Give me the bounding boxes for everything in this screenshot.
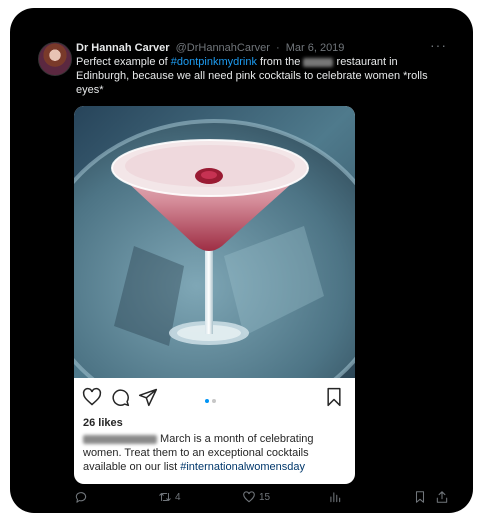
more-options-icon[interactable]: ··· (430, 38, 447, 52)
author-name[interactable]: Dr Hannah Carver (76, 42, 170, 54)
share-icon[interactable] (138, 387, 158, 407)
tweet-text: Perfect example of #dontpinkmydrink from… (76, 55, 446, 97)
retweet-count: 4 (175, 491, 181, 503)
cocktail-photo[interactable] (74, 106, 355, 378)
redacted-name (303, 57, 334, 67)
tweet-card[interactable]: Dr Hannah Carver @DrHannahCarver · Mar 6… (10, 8, 473, 513)
bookmark-icon[interactable] (324, 387, 344, 407)
tweet-share-icon (436, 491, 448, 503)
reply-icon (75, 492, 87, 503)
hashtag-link[interactable]: #dontpinkmydrink (171, 56, 257, 68)
tweet-header: Dr Hannah Carver @DrHannahCarver · Mar 6… (76, 40, 456, 56)
retweet-button[interactable]: 4 (158, 486, 181, 508)
blurred-username (83, 434, 157, 444)
tweet-bookmark-button[interactable] (413, 486, 427, 508)
like-button[interactable]: 15 (242, 486, 270, 508)
carousel-dot-active (205, 399, 209, 403)
views-button[interactable] (328, 486, 342, 508)
instagram-actions (74, 383, 355, 411)
tweet-text-part: from the (257, 56, 304, 68)
heart-icon[interactable] (82, 387, 102, 407)
comment-icon[interactable] (110, 387, 130, 407)
carousel-dot (212, 399, 216, 403)
avatar[interactable] (38, 42, 72, 76)
caption-hashtag[interactable]: #internationalwomensday (180, 461, 305, 473)
tweet-date[interactable]: Mar 6, 2019 (286, 42, 345, 54)
tweet-bookmark-icon (415, 491, 425, 503)
tweet-text-part: Perfect example of (76, 56, 171, 68)
like-icon (243, 491, 255, 503)
tweet-actions: 4 15 (10, 486, 473, 508)
views-icon (330, 492, 341, 503)
retweet-icon (159, 493, 171, 501)
reply-button[interactable] (74, 486, 91, 508)
tweet-share-button[interactable] (435, 486, 449, 508)
instagram-caption: March is a month of celebrating women. T… (83, 432, 347, 474)
likes-count[interactable]: 26 likes (83, 417, 123, 429)
like-count: 15 (259, 491, 271, 503)
separator: · (275, 42, 280, 54)
author-handle[interactable]: @DrHannahCarver (176, 42, 270, 54)
instagram-embed[interactable]: 26 likes March is a month of celebrating… (74, 106, 355, 484)
